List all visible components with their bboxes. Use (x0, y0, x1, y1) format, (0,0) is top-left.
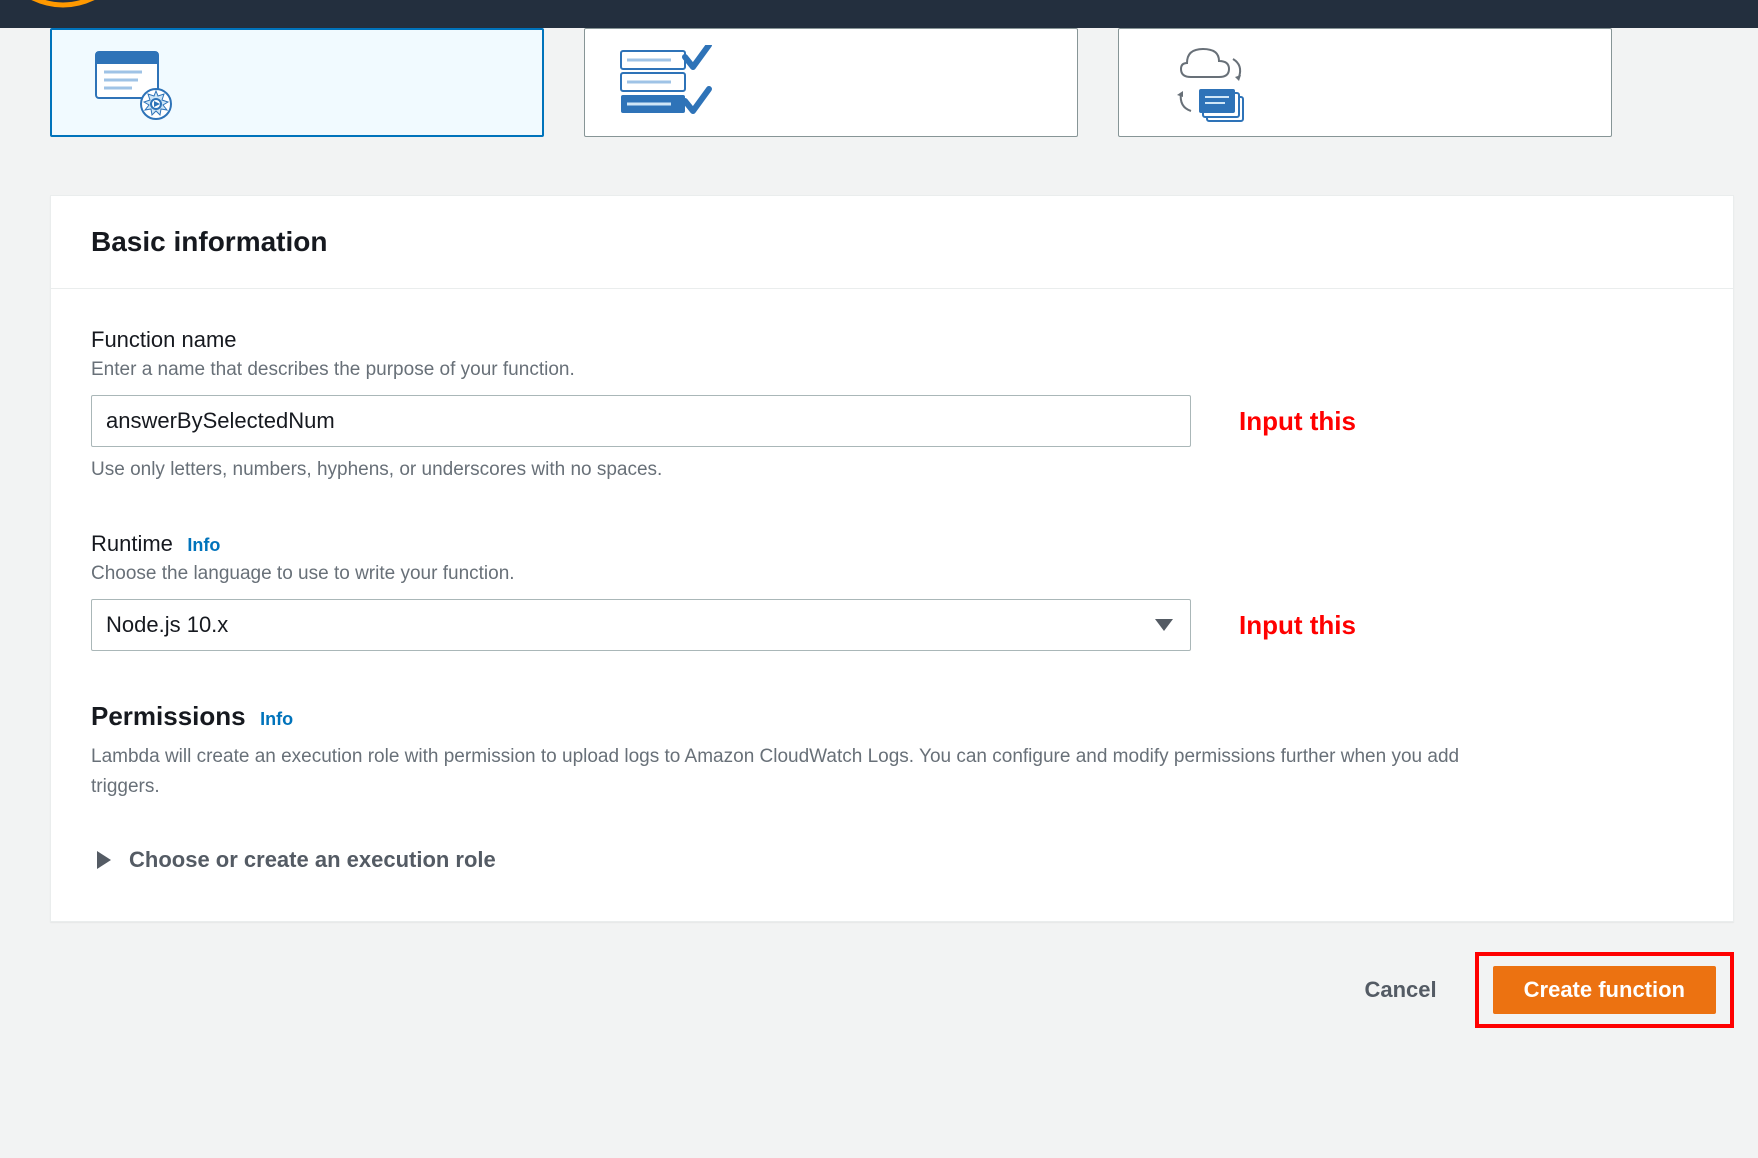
footer-actions: Cancel Create function (50, 952, 1734, 1028)
execution-role-expander-label: Choose or create an execution role (129, 847, 496, 873)
top-navigation-bar (0, 0, 1758, 28)
execution-role-expander[interactable]: Choose or create an execution role (97, 847, 1693, 873)
create-option-cards (50, 28, 1744, 137)
permissions-description: Lambda will create an execution role wit… (91, 742, 1511, 803)
panel-title: Basic information (91, 226, 1693, 258)
function-name-label: Function name (91, 327, 1693, 353)
runtime-label: Runtime (91, 531, 173, 556)
option-card-use-blueprint[interactable] (584, 28, 1078, 137)
option-card-author-from-scratch[interactable] (50, 28, 544, 137)
checklist-icon (615, 45, 715, 125)
function-name-description: Enter a name that describes the purpose … (91, 359, 1693, 381)
runtime-select-value: Node.js 10.x (106, 612, 228, 638)
runtime-description: Choose the language to use to write your… (91, 563, 1693, 585)
cancel-button[interactable]: Cancel (1360, 967, 1440, 1013)
annotation-function-name: Input this (1239, 406, 1356, 437)
gear-document-icon (82, 46, 182, 126)
function-name-help: Use only letters, numbers, hyphens, or u… (91, 459, 1693, 481)
caret-right-icon (97, 851, 111, 869)
permissions-heading: Permissions (91, 701, 246, 731)
function-name-group: Function name Enter a name that describe… (91, 327, 1693, 481)
basic-information-panel: Basic information Function name Enter a … (50, 195, 1734, 922)
runtime-select[interactable]: Node.js 10.x (91, 599, 1191, 651)
annotation-create-function-highlight: Create function (1475, 952, 1734, 1028)
aws-logo-smile-icon (20, 0, 106, 12)
annotation-runtime: Input this (1239, 610, 1356, 641)
panel-header: Basic information (51, 196, 1733, 289)
permissions-info-link[interactable]: Info (260, 709, 293, 729)
runtime-group: Runtime Info Choose the language to use … (91, 531, 1693, 651)
runtime-info-link[interactable]: Info (187, 535, 220, 555)
create-function-button[interactable]: Create function (1493, 966, 1716, 1014)
cloud-sync-icon (1149, 45, 1249, 125)
function-name-input[interactable] (91, 395, 1191, 447)
option-card-serverless-repo[interactable] (1118, 28, 1612, 137)
